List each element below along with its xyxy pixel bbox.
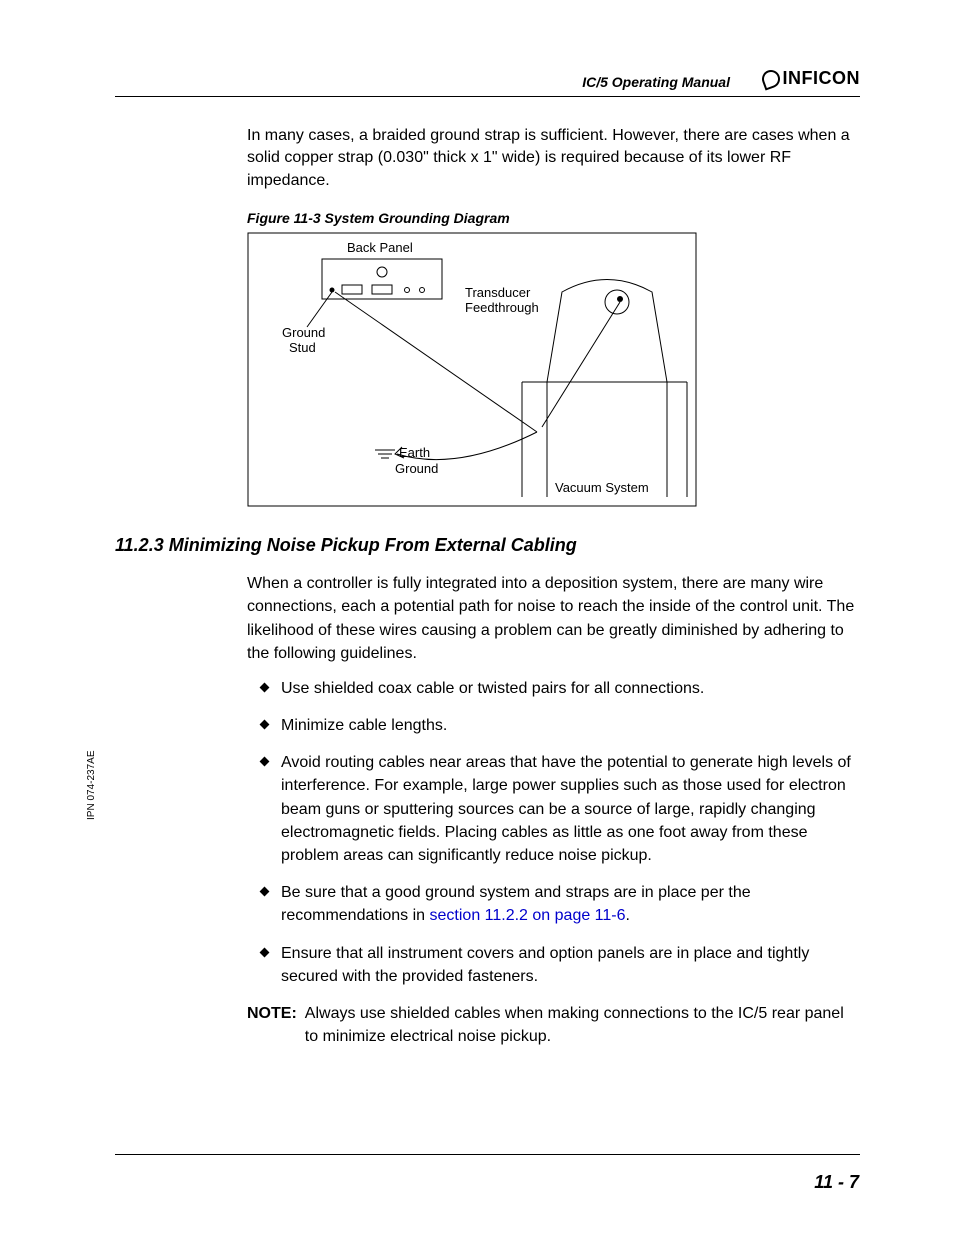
footer-rule	[115, 1154, 860, 1155]
ipn-code: IPN 074-237AE	[86, 751, 97, 821]
ground-stud-label-1: Ground	[282, 325, 325, 340]
list-item: Avoid routing cables near areas that hav…	[267, 751, 860, 867]
page-header: IC/5 Operating Manual INFICON	[115, 56, 860, 97]
back-panel-label: Back Panel	[347, 240, 413, 255]
ground-label: Ground	[395, 461, 438, 476]
note-text: Always use shielded cables when making c…	[305, 1002, 860, 1048]
doc-title: IC/5 Operating Manual	[582, 74, 730, 90]
leaf-icon	[759, 67, 782, 90]
figure-caption: Figure 11-3 System Grounding Diagram	[247, 210, 860, 226]
transducer-label: Transducer	[465, 285, 531, 300]
vacuum-label: Vacuum System	[555, 480, 649, 495]
note-block: NOTE: Always use shielded cables when ma…	[247, 1002, 860, 1048]
list-item: Use shielded coax cable or twisted pairs…	[267, 677, 860, 700]
section-heading: 11.2.3 Minimizing Noise Pickup From Exte…	[115, 535, 860, 556]
ground-stud-label-2: Stud	[289, 340, 316, 355]
list-item: Ensure that all instrument covers and op…	[267, 942, 860, 988]
feedthrough-label: Feedthrough	[465, 300, 539, 315]
earth-label: Earth	[399, 445, 430, 460]
bullet-list: Use shielded coax cable or twisted pairs…	[247, 677, 860, 988]
content: In many cases, a braided ground strap is…	[115, 97, 860, 1048]
brand-logo: INFICON	[762, 68, 861, 89]
cross-reference-link[interactable]: section 11.2.2 on page 11-6	[430, 907, 626, 924]
list-item: Minimize cable lengths.	[267, 714, 860, 737]
brand-text: INFICON	[783, 68, 861, 89]
page: IC/5 Operating Manual INFICON In many ca…	[115, 56, 860, 1048]
intro-paragraph: In many cases, a braided ground strap is…	[247, 125, 860, 192]
figure-diagram: Back Panel Ground Stud	[247, 232, 697, 507]
list-item: Be sure that a good ground system and st…	[267, 881, 860, 927]
section-paragraph: When a controller is fully integrated in…	[247, 572, 860, 665]
page-number: 11 - 7	[814, 1172, 859, 1193]
bullet-text-post: .	[626, 907, 630, 924]
note-label: NOTE:	[247, 1002, 297, 1048]
